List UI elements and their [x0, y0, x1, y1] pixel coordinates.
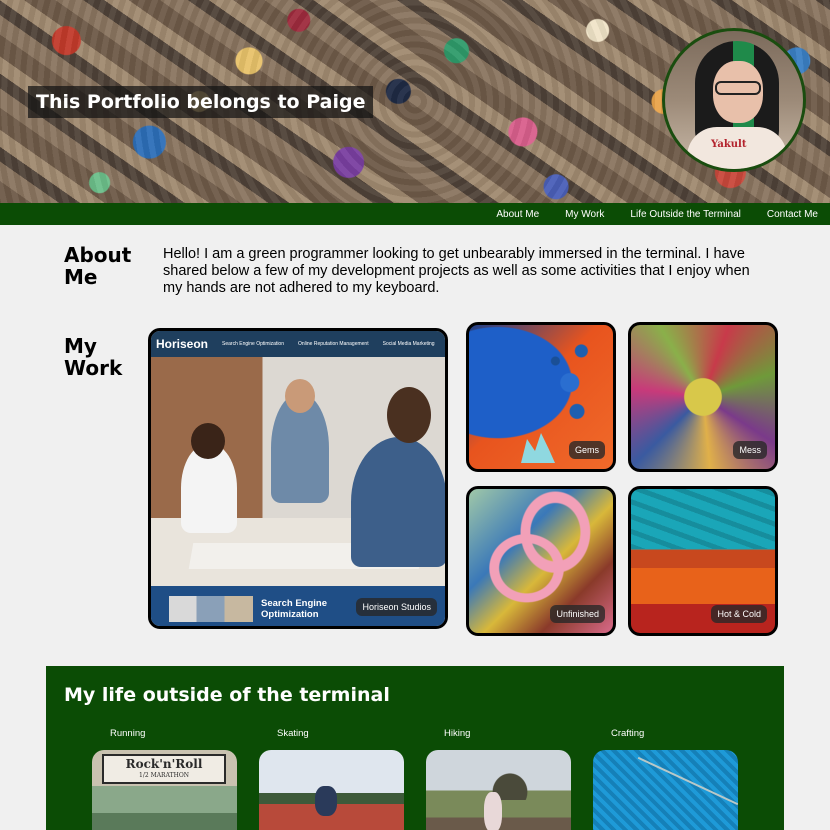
- work-heading: My Work: [64, 334, 123, 380]
- project-label: Mess: [733, 441, 767, 459]
- activity-image-crafting: [593, 750, 738, 830]
- horiseon-header-bar: Horiseon Search Engine Optimization Onli…: [151, 331, 445, 357]
- horiseon-nav-item: Search Engine Optimization: [222, 341, 284, 347]
- horiseon-hero-photo: [151, 357, 445, 587]
- project-label: Hot & Cold: [711, 605, 767, 623]
- hiker-figure: [484, 792, 502, 830]
- about-heading: About Me: [64, 243, 132, 289]
- activity-label: Running: [110, 728, 146, 739]
- skater-figure: [315, 786, 337, 816]
- about-text: Hello! I am a green programmer looking t…: [163, 246, 750, 296]
- nav-about-me[interactable]: About Me: [496, 209, 539, 220]
- photo-person-head: [285, 379, 315, 413]
- main-nav: About Me My Work Life Outside the Termin…: [0, 203, 830, 225]
- project-label: Gems: [568, 441, 605, 459]
- life-heading: My life outside of the terminal: [64, 684, 390, 706]
- photo-person-head: [387, 387, 431, 443]
- project-card-mess[interactable]: Mess: [628, 322, 778, 472]
- activity-label: Hiking: [444, 728, 471, 739]
- avatar-glasses: [715, 81, 761, 95]
- project-card-gems[interactable]: Gems: [466, 322, 616, 472]
- marathon-sign-title: Rock'n'Roll: [125, 757, 203, 771]
- activity-skating: Skating: [259, 728, 404, 830]
- project-card-horiseon[interactable]: Horiseon Search Engine Optimization Onli…: [148, 328, 448, 629]
- nav-life-outside-terminal[interactable]: Life Outside the Terminal: [630, 209, 740, 220]
- profile-avatar: Yakult: [662, 28, 806, 172]
- photo-person-head: [191, 423, 225, 459]
- activity-image-hiking: [426, 750, 571, 830]
- activity-crafting: Crafting: [593, 728, 738, 830]
- project-card-unfinished[interactable]: Unfinished: [466, 486, 616, 636]
- horiseon-footer-image: [169, 596, 253, 622]
- horiseon-nav-item: Social Media Marketing: [382, 341, 435, 347]
- activity-image-skating: [259, 750, 404, 830]
- photo-person: [351, 437, 445, 567]
- site-title: This Portfolio belongs to Paige: [28, 86, 374, 118]
- activity-hiking: Hiking: [426, 728, 571, 830]
- nav-contact-me[interactable]: Contact Me: [767, 209, 818, 220]
- activity-running: Running Rock'n'Roll 1/2 MARATHON: [92, 728, 237, 830]
- life-section: My life outside of the terminal Running …: [46, 666, 784, 830]
- nav-my-work[interactable]: My Work: [565, 209, 604, 220]
- crystal-shape: [521, 433, 555, 463]
- activity-label: Crafting: [611, 728, 645, 739]
- horiseon-logo: Horiseon: [156, 337, 209, 351]
- project-label: Unfinished: [550, 605, 605, 623]
- project-label: Horiseon Studios: [356, 598, 437, 616]
- marathon-sign-subtitle: 1/2 MARATHON: [139, 772, 189, 779]
- horiseon-nav-item: Online Reputation Management: [298, 341, 369, 347]
- project-card-hot-cold[interactable]: Hot & Cold: [628, 486, 778, 636]
- avatar-shirt-logo: Yakult: [711, 139, 747, 150]
- horiseon-footer-text: Search Engine Optimization: [261, 598, 327, 620]
- marathon-sign: Rock'n'Roll 1/2 MARATHON: [102, 754, 226, 784]
- avatar-shirt: Yakult: [687, 127, 787, 169]
- activity-label: Skating: [277, 728, 309, 739]
- activity-image-running: Rock'n'Roll 1/2 MARATHON: [92, 750, 237, 830]
